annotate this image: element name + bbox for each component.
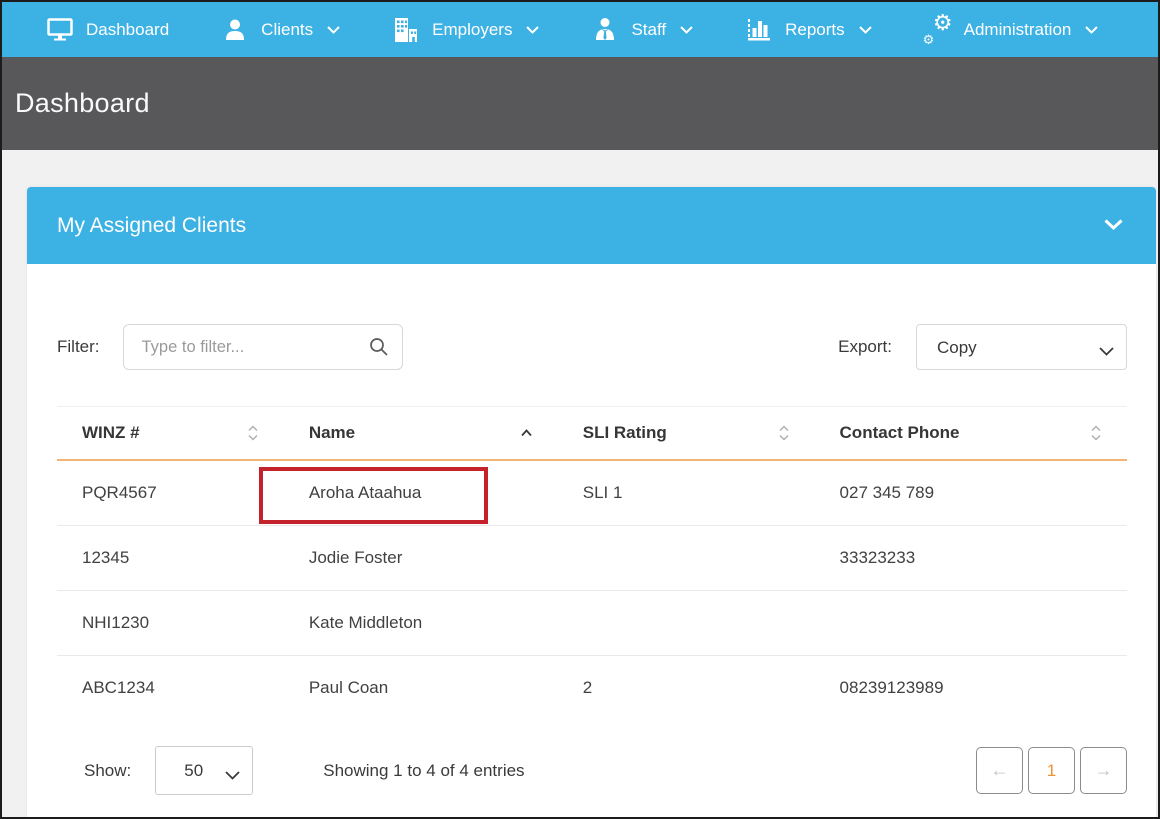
top-navigation: Dashboard Clients — [2, 2, 1158, 57]
content-area: My Assigned Clients Filter: — [2, 187, 1158, 819]
export-select[interactable]: Copy — [916, 324, 1127, 370]
pagination-prev-button[interactable]: ← — [976, 747, 1023, 794]
clients-table: WINZ # Name — [57, 406, 1127, 720]
cell-sli-rating: SLI 1 — [558, 460, 815, 526]
pagination-page-1-button[interactable]: 1 — [1028, 747, 1075, 794]
nav-item-label: Dashboard — [86, 20, 169, 40]
bar-chart-icon — [745, 17, 773, 43]
pagination: ← 1 → — [976, 747, 1127, 794]
chevron-down-icon — [859, 26, 872, 34]
nav-item-label: Clients — [261, 20, 313, 40]
export-group: Export: Copy — [838, 324, 1127, 370]
entries-summary: Showing 1 to 4 of 4 entries — [323, 761, 524, 781]
filter-box — [123, 324, 403, 370]
page-header: Dashboard — [2, 57, 1158, 150]
monitor-icon — [46, 17, 74, 43]
table-header-row: WINZ # Name — [57, 407, 1127, 461]
nav-item-administration[interactable]: ⚙⚙ Administration — [898, 2, 1125, 57]
nav-item-label: Administration — [964, 20, 1072, 40]
panel-title: My Assigned Clients — [57, 214, 1104, 238]
cell-contact-phone — [815, 591, 1127, 656]
chevron-down-icon — [526, 26, 539, 34]
pagination-next-button[interactable]: → — [1080, 747, 1127, 794]
filter-input[interactable] — [123, 324, 403, 370]
nav-item-label: Staff — [631, 20, 666, 40]
cell-contact-phone: 027 345 789 — [815, 460, 1127, 526]
export-label: Export: — [838, 337, 892, 357]
cell-contact-phone: 33323233 — [815, 526, 1127, 591]
table-row[interactable]: 12345 Jodie Foster 33323233 — [57, 526, 1127, 591]
nav-item-label: Reports — [785, 20, 845, 40]
app-window: Dashboard Clients — [0, 0, 1160, 819]
staff-person-icon — [591, 17, 619, 43]
nav-item-staff[interactable]: Staff — [565, 2, 719, 57]
cell-name: Kate Middleton — [284, 591, 558, 656]
chevron-down-icon — [1085, 26, 1098, 34]
page-title: Dashboard — [15, 88, 150, 119]
column-header-contact-phone[interactable]: Contact Phone — [815, 407, 1127, 461]
table-controls-row: Filter: Export: — [57, 324, 1127, 370]
panel-header[interactable]: My Assigned Clients — [27, 187, 1156, 264]
table-row[interactable]: NHI1230 Kate Middleton — [57, 591, 1127, 656]
cell-name: Paul Coan — [284, 656, 558, 721]
cell-winz: ABC1234 — [57, 656, 284, 721]
collapse-chevron-icon[interactable] — [1104, 217, 1123, 235]
gears-icon: ⚙⚙ — [924, 17, 952, 43]
show-label: Show: — [84, 761, 131, 781]
my-assigned-clients-panel: My Assigned Clients Filter: — [27, 187, 1156, 817]
page-size-select[interactable]: 50 — [155, 746, 253, 795]
nav-item-label: Employers — [432, 20, 512, 40]
filter-label: Filter: — [57, 337, 100, 357]
table-footer: Show: 50 Showing 1 to 4 of 4 entries ← 1 — [57, 746, 1127, 795]
chevron-down-icon — [327, 26, 340, 34]
cell-name: Jodie Foster — [284, 526, 558, 591]
column-header-name[interactable]: Name — [284, 407, 558, 461]
cell-winz: 12345 — [57, 526, 284, 591]
cell-sli-rating — [558, 526, 815, 591]
panel-body: Filter: Export: — [27, 324, 1156, 795]
cell-winz: PQR4567 — [57, 460, 284, 526]
cell-contact-phone: 08239123989 — [815, 656, 1127, 721]
sort-asc-icon — [520, 429, 533, 438]
nav-item-dashboard[interactable]: Dashboard — [20, 2, 195, 57]
sort-both-icon — [778, 425, 790, 442]
chevron-down-icon — [680, 26, 693, 34]
column-header-sli-rating[interactable]: SLI Rating — [558, 407, 815, 461]
sort-both-icon — [247, 425, 259, 442]
cell-winz: NHI1230 — [57, 591, 284, 656]
nav-item-employers[interactable]: Employers — [366, 2, 565, 57]
filter-group: Filter: — [57, 324, 403, 370]
export-select-wrap: Copy — [916, 324, 1127, 370]
table-row[interactable]: ABC1234 Paul Coan 2 08239123989 — [57, 656, 1127, 721]
building-icon — [392, 17, 420, 43]
nav-item-clients[interactable]: Clients — [195, 2, 366, 57]
page-size-select-wrap: 50 — [155, 746, 253, 795]
cell-sli-rating — [558, 591, 815, 656]
cell-name: Aroha Ataahua — [284, 460, 558, 526]
sort-both-icon — [1090, 425, 1102, 442]
nav-item-reports[interactable]: Reports — [719, 2, 898, 57]
column-header-winz[interactable]: WINZ # — [57, 407, 284, 461]
cell-sli-rating: 2 — [558, 656, 815, 721]
table-row[interactable]: PQR4567 Aroha Ataahua SLI 1 027 345 789 — [57, 460, 1127, 526]
person-icon — [221, 17, 249, 43]
